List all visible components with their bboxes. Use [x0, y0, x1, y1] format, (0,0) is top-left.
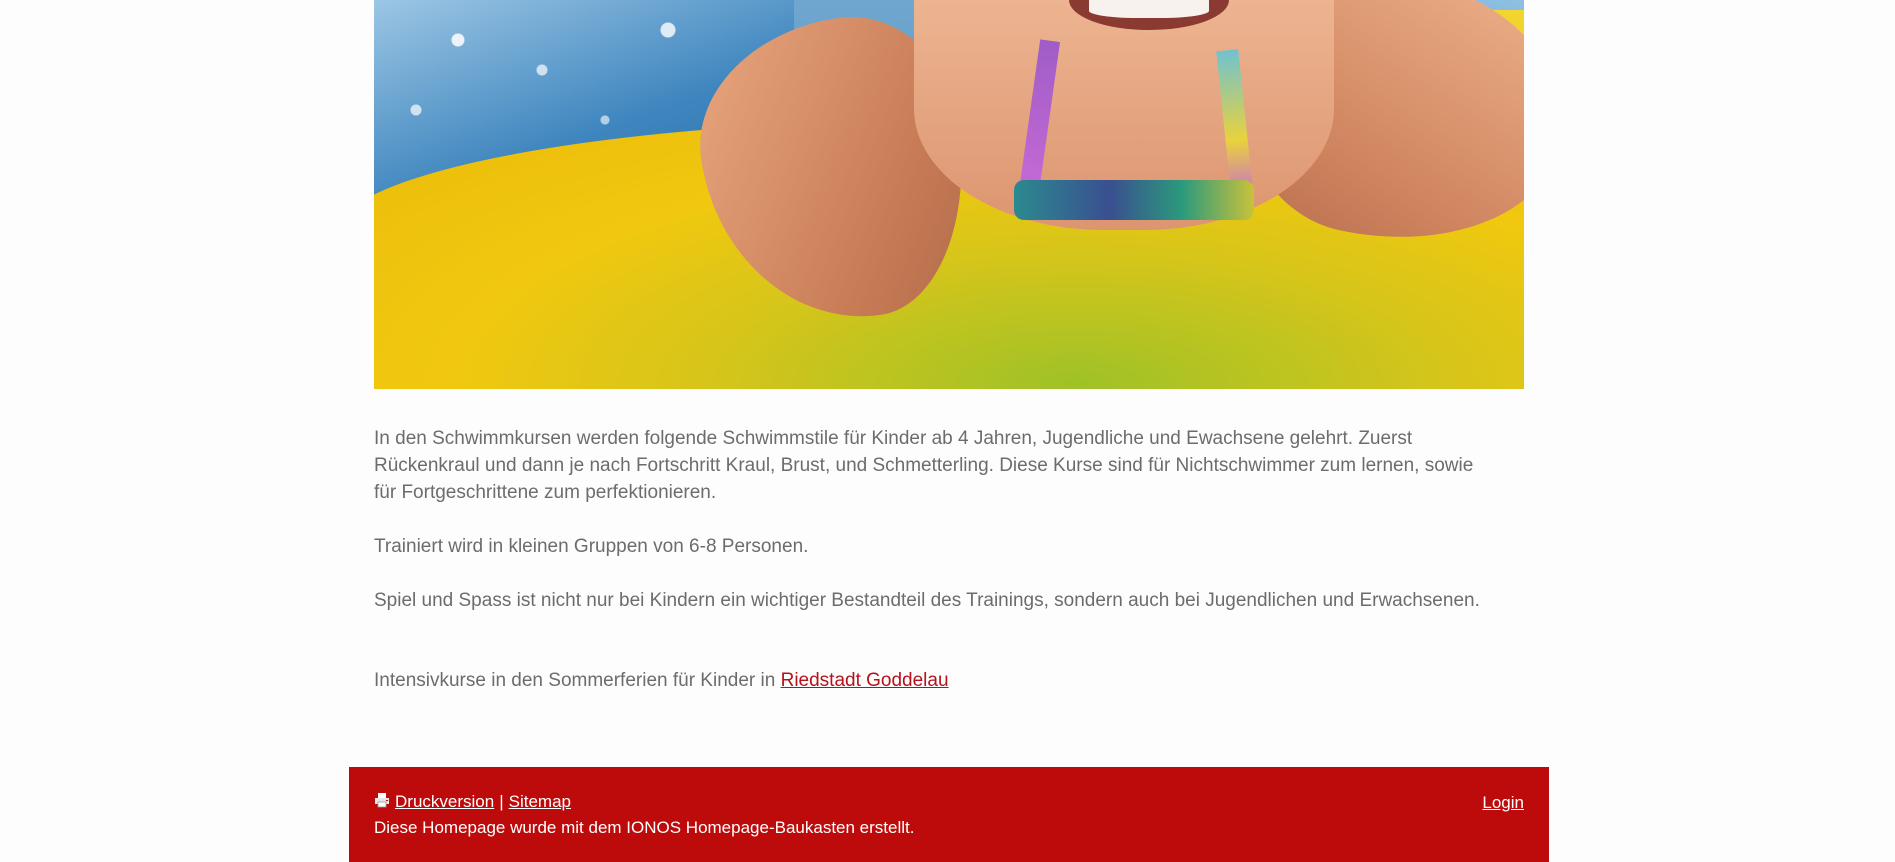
riedstadt-goddelau-link[interactable]: Riedstadt Goddelau [781, 670, 949, 691]
hero-photo [374, 0, 1524, 389]
sitemap-link[interactable]: Sitemap [509, 792, 571, 812]
login-link[interactable]: Login [1482, 793, 1524, 813]
paragraph-fun: Spiel und Spass ist nicht nur bei Kinder… [374, 590, 1480, 611]
paragraph-course-styles: In den Schwimmkursen werden folgende Sch… [374, 428, 1474, 503]
paragraph-intensive-courses: Intensivkurse in den Sommerferien für Ki… [374, 667, 1494, 694]
footer: Druckversion | Sitemap Diese Homepage wu… [349, 767, 1549, 862]
printer-icon[interactable] [374, 792, 390, 808]
main-content: In den Schwimmkursen werden folgende Sch… [374, 425, 1494, 721]
footer-credit: Diese Homepage wurde mit dem IONOS Homep… [374, 818, 915, 837]
intensive-courses-text: Intensivkurse in den Sommerferien für Ki… [374, 670, 781, 691]
footer-links: Druckversion | Sitemap [374, 792, 571, 812]
print-version-link[interactable]: Druckversion [395, 792, 494, 812]
page: In den Schwimmkursen werden folgende Sch… [0, 0, 1895, 862]
paragraph-group-size: Trainiert wird in kleinen Gruppen von 6-… [374, 536, 809, 557]
footer-separator: | [499, 792, 504, 811]
